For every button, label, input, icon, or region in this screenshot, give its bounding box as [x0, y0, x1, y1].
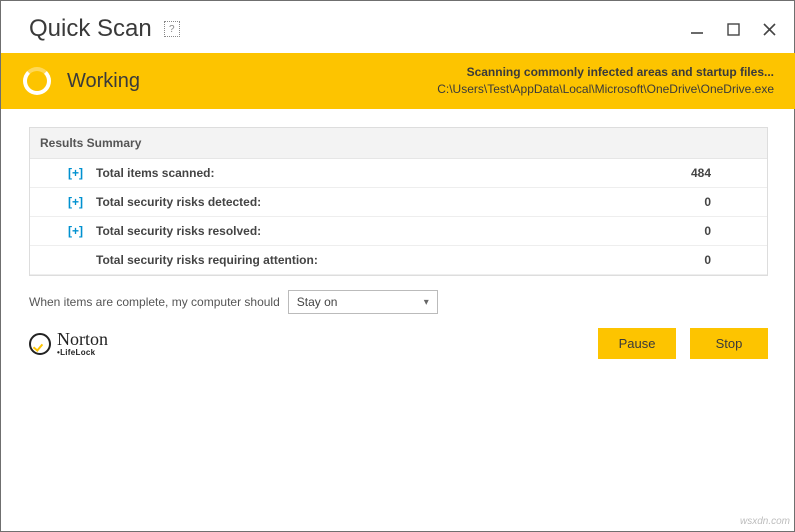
results-label: Total security risks detected: — [96, 195, 261, 209]
expand-icon[interactable]: [+] — [68, 166, 86, 180]
results-row: [+] Total items scanned: 484 — [30, 159, 767, 188]
results-panel: Results Summary [+] Total items scanned:… — [29, 127, 768, 276]
results-value: 0 — [704, 253, 757, 267]
footer-buttons: Pause Stop — [598, 328, 768, 359]
window-title: Quick Scan — [29, 15, 152, 43]
brand-name: Norton — [57, 330, 108, 348]
results-row: [+] Total security risks detected: 0 — [30, 188, 767, 217]
content-area: Results Summary [+] Total items scanned:… — [1, 109, 795, 322]
results-label: Total items scanned: — [96, 166, 214, 180]
after-scan-selected: Stay on — [297, 295, 338, 309]
results-label: Total security risks requiring attention… — [96, 253, 318, 267]
expand-icon[interactable]: [+] — [68, 195, 86, 209]
results-header: Results Summary — [30, 128, 767, 159]
results-row: [+] Total security risks resolved: 0 — [30, 217, 767, 246]
after-scan-dropdown[interactable]: Stay on ▾ — [288, 290, 438, 314]
chevron-down-icon: ▾ — [424, 297, 429, 308]
close-icon[interactable] — [760, 20, 778, 38]
status-detail: Scanning commonly infected areas and sta… — [437, 64, 774, 98]
status-current-file: C:\Users\Test\AppData\Local\Microsoft\On… — [437, 81, 774, 98]
results-label: Total security risks resolved: — [96, 224, 261, 238]
results-value: 0 — [704, 195, 757, 209]
status-bar: Working Scanning commonly infected areas… — [1, 53, 795, 109]
brand-logo: Norton •LifeLock — [29, 330, 108, 357]
results-value: 0 — [704, 224, 757, 238]
minimize-icon[interactable] — [688, 20, 706, 38]
window-controls — [688, 20, 778, 38]
after-scan-row: When items are complete, my computer sho… — [29, 290, 768, 314]
maximize-icon[interactable] — [724, 20, 742, 38]
pause-button[interactable]: Pause — [598, 328, 676, 359]
status-headline: Scanning commonly infected areas and sta… — [437, 64, 774, 81]
status-state: Working — [67, 70, 140, 93]
results-row: [+] Total security risks requiring atten… — [30, 246, 767, 275]
help-icon[interactable]: ? — [164, 21, 180, 37]
results-value: 484 — [691, 166, 757, 180]
watermark: wsxdn.com — [740, 516, 790, 527]
working-spinner-icon — [23, 67, 51, 95]
brand-check-icon — [29, 333, 51, 355]
titlebar: Quick Scan ? — [1, 1, 795, 53]
after-scan-label: When items are complete, my computer sho… — [29, 295, 280, 309]
expand-icon[interactable]: [+] — [68, 224, 86, 238]
footer: Norton •LifeLock Pause Stop — [1, 322, 795, 373]
brand-sub: •LifeLock — [57, 348, 108, 357]
stop-button[interactable]: Stop — [690, 328, 768, 359]
